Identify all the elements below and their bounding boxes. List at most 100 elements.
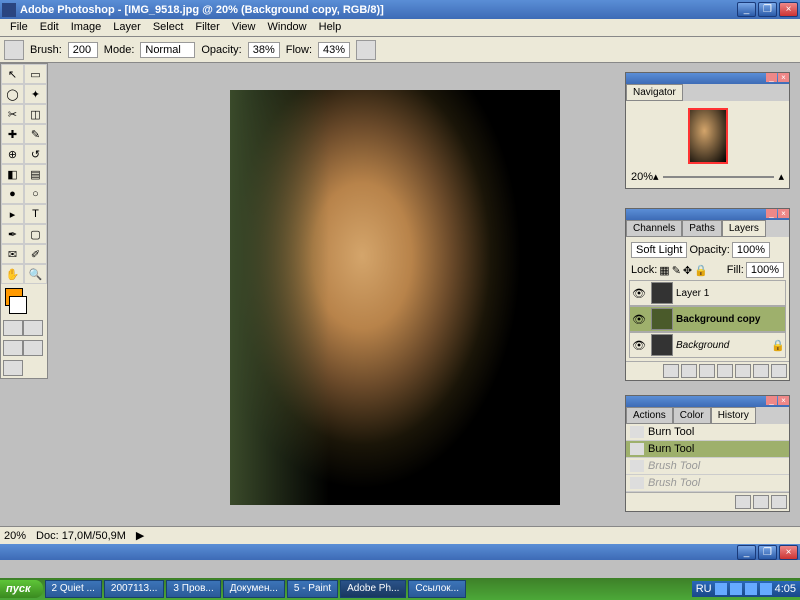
color-swatches[interactable] [1, 284, 47, 318]
taskbar-item[interactable]: 3 Пров... [166, 580, 220, 598]
tray-icon[interactable] [715, 583, 727, 595]
navigator-thumbnail[interactable] [688, 108, 728, 164]
status-arrow-icon[interactable]: ▶ [136, 529, 144, 542]
type-tool[interactable]: T [24, 204, 47, 224]
taskbar-item[interactable]: Докумен... [223, 580, 285, 598]
layer-row[interactable]: 👁 Layer 1 [629, 280, 786, 306]
pen-tool[interactable]: ✒ [1, 224, 24, 244]
shape-tool[interactable]: ▢ [24, 224, 47, 244]
zoom-in-icon[interactable]: ▴ [778, 170, 784, 183]
close-button[interactable]: × [779, 2, 798, 17]
layer-thumbnail[interactable] [651, 282, 673, 304]
tray-icon[interactable] [760, 583, 772, 595]
tab-history[interactable]: History [711, 407, 756, 424]
screen-mode-1[interactable] [3, 340, 23, 356]
menu-layer[interactable]: Layer [107, 19, 147, 36]
move-tool[interactable]: ↖ [1, 64, 24, 84]
history-item[interactable]: Burn Tool [626, 424, 789, 441]
delete-layer-button[interactable] [771, 364, 787, 378]
taskbar-item[interactable]: 2007113... [104, 580, 165, 598]
clock[interactable]: 4:05 [775, 583, 796, 595]
menu-file[interactable]: File [4, 19, 34, 36]
panel-min-button[interactable]: _ [766, 73, 777, 82]
taskbar-item[interactable]: Adobe Ph... [340, 580, 406, 598]
layer-thumbnail[interactable] [651, 334, 673, 356]
layer-mask-button[interactable] [699, 364, 715, 378]
blur-tool[interactable]: ● [1, 184, 24, 204]
zoom-slider[interactable] [663, 176, 775, 178]
layer-name[interactable]: Background [676, 340, 771, 351]
tab-layers[interactable]: Layers [722, 220, 766, 237]
language-indicator[interactable]: RU [696, 583, 712, 595]
marquee-tool[interactable]: ▭ [24, 64, 47, 84]
tray-icon[interactable] [730, 583, 742, 595]
adjustment-button[interactable] [735, 364, 751, 378]
crop-tool[interactable]: ✂ [1, 104, 24, 124]
minimize-button[interactable]: _ [737, 2, 756, 17]
brush-size[interactable]: 200 [68, 42, 98, 58]
hand-tool[interactable]: ✋ [1, 264, 24, 284]
layer-thumbnail[interactable] [651, 308, 673, 330]
tab-color[interactable]: Color [673, 407, 711, 424]
opacity-value[interactable]: 38% [248, 42, 280, 58]
notes-tool[interactable]: ✉ [1, 244, 24, 264]
doc-restore-button[interactable]: ❐ [758, 545, 777, 560]
layer-row[interactable]: 👁 Background copy [629, 306, 786, 332]
canvas[interactable] [230, 90, 560, 505]
history-item[interactable]: Burn Tool [626, 441, 789, 458]
layer-fill[interactable]: 100% [746, 262, 784, 278]
menu-view[interactable]: View [226, 19, 262, 36]
lock-transparency-icon[interactable]: ▦ [659, 264, 669, 277]
navigator-zoom[interactable]: 20% [631, 171, 653, 183]
taskbar-item[interactable]: 2 Quiet ... [45, 580, 102, 598]
visibility-icon[interactable]: 👁 [630, 339, 648, 352]
heal-tool[interactable]: ✚ [1, 124, 24, 144]
layer-row[interactable]: 👁 Background 🔒 [629, 332, 786, 358]
quickmask-mode[interactable] [23, 320, 43, 336]
taskbar-item[interactable]: Ссылок... [408, 580, 466, 598]
panel-min-button[interactable]: _ [766, 396, 777, 405]
start-button[interactable]: пуск [0, 580, 43, 598]
zoom-tool[interactable]: 🔍 [24, 264, 47, 284]
panel-min-button[interactable]: _ [766, 209, 777, 218]
link-layer-button[interactable] [663, 364, 679, 378]
new-doc-button[interactable] [735, 495, 751, 509]
layer-opacity[interactable]: 100% [732, 242, 770, 258]
tab-actions[interactable]: Actions [626, 407, 673, 424]
brush-tool[interactable]: ✎ [24, 124, 47, 144]
jump-to-button[interactable] [3, 360, 23, 376]
lasso-tool[interactable]: ◯ [1, 84, 24, 104]
history-item[interactable]: Brush Tool [626, 475, 789, 492]
new-set-button[interactable] [717, 364, 733, 378]
path-tool[interactable]: ▸ [1, 204, 24, 224]
status-zoom[interactable]: 20% [4, 530, 26, 542]
current-tool-icon[interactable] [4, 40, 24, 60]
dodge-tool[interactable]: ○ [24, 184, 47, 204]
menu-select[interactable]: Select [147, 19, 190, 36]
visibility-icon[interactable]: 👁 [630, 313, 648, 326]
panel-close-button[interactable]: × [778, 73, 789, 82]
status-doc[interactable]: Doc: 17,0M/50,9M [36, 530, 126, 542]
menu-window[interactable]: Window [262, 19, 313, 36]
new-layer-button[interactable] [753, 364, 769, 378]
airbrush-icon[interactable] [356, 40, 376, 60]
flow-value[interactable]: 43% [318, 42, 350, 58]
screen-mode-2[interactable] [23, 340, 43, 356]
doc-close-button[interactable]: × [779, 545, 798, 560]
eyedropper-tool[interactable]: ✐ [24, 244, 47, 264]
snapshot-button[interactable] [753, 495, 769, 509]
menu-edit[interactable]: Edit [34, 19, 65, 36]
history-brush[interactable]: ↺ [24, 144, 47, 164]
standard-mode[interactable] [3, 320, 23, 336]
panel-close-button[interactable]: × [778, 396, 789, 405]
history-item[interactable]: Brush Tool [626, 458, 789, 475]
zoom-out-icon[interactable]: ▴ [653, 170, 659, 183]
menu-filter[interactable]: Filter [189, 19, 225, 36]
wand-tool[interactable]: ✦ [24, 84, 47, 104]
panel-close-button[interactable]: × [778, 209, 789, 218]
tray-icon[interactable] [745, 583, 757, 595]
blend-mode-dropdown[interactable]: Soft Light [631, 242, 687, 258]
taskbar-item[interactable]: 5 - Paint [287, 580, 338, 598]
slice-tool[interactable]: ◫ [24, 104, 47, 124]
stamp-tool[interactable]: ⊕ [1, 144, 24, 164]
